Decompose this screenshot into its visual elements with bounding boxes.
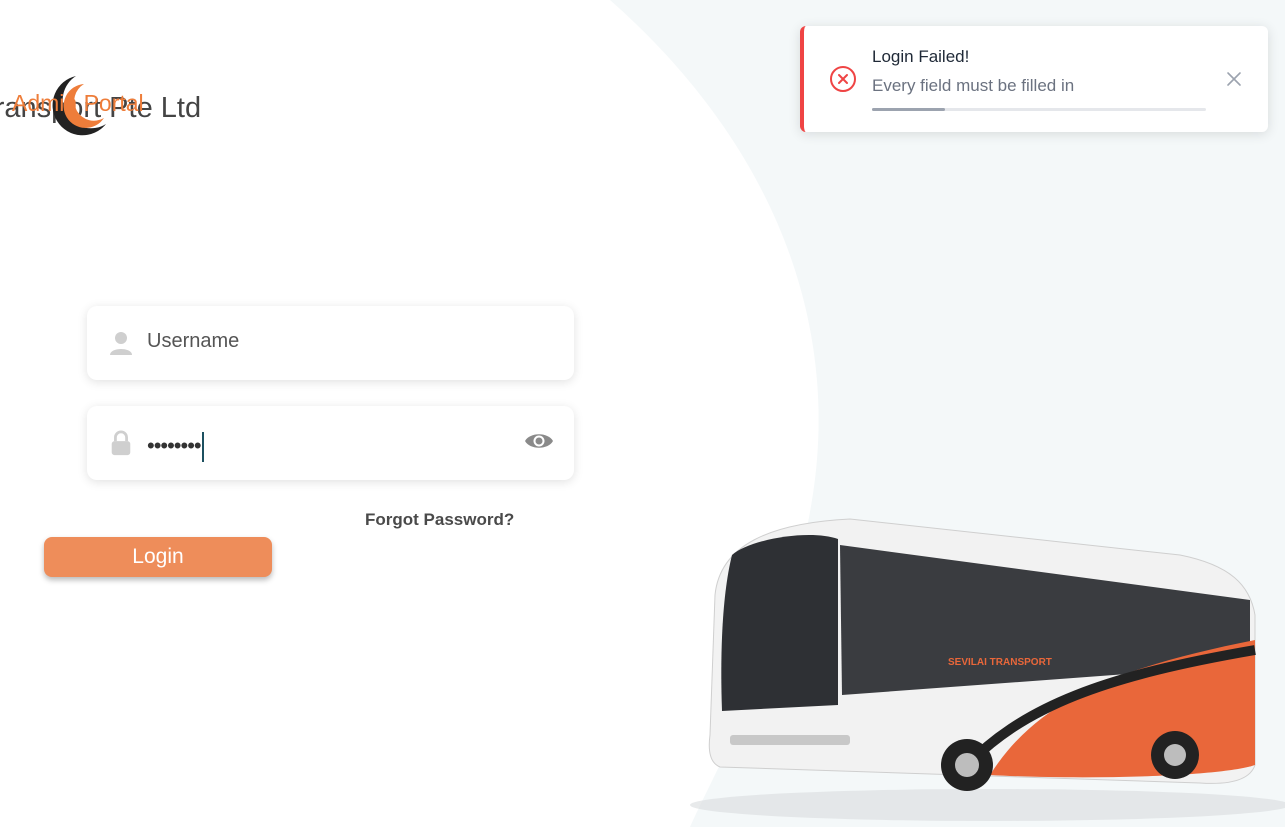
error-toast: Login Failed! Every field must be filled… [800,26,1268,132]
error-icon [830,66,856,92]
username-field[interactable]: Username [87,306,574,380]
toast-progress-fill [872,108,946,111]
lock-icon [111,430,131,456]
password-value-wrap: •••••••• [147,432,204,462]
close-icon[interactable] [1226,71,1242,87]
toast-message: Every field must be filled in [872,76,1075,95]
login-button[interactable]: Login [44,537,272,577]
portal-label: Admin Portal [12,90,144,116]
text-caret [201,432,204,462]
toast-title: Login Failed! [872,47,970,66]
bus-image: SEVILAI TRANSPORT [690,518,1285,821]
user-icon [110,332,132,355]
brand-logo: ai Transport Pte Ltd Admin Portal [0,60,300,150]
bus-brand-text: SEVILAI TRANSPORT [948,657,1052,668]
password-field[interactable]: •••••••• [87,406,574,480]
password-value: •••••••• [147,432,202,458]
eye-icon[interactable] [524,429,554,453]
username-placeholder: Username [147,330,240,352]
forgot-password-link[interactable]: Forgot Password? [365,510,514,530]
toast-progress-track [872,108,1206,111]
